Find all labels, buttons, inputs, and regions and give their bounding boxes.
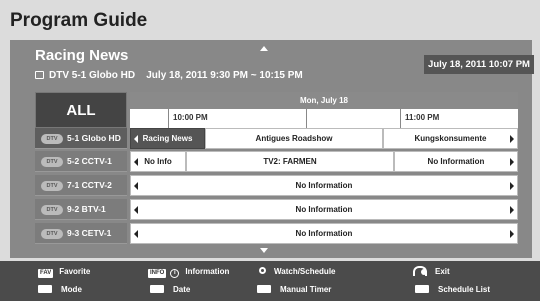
tv-icon [35, 71, 44, 79]
channel-name: 5-1 Globo HD [67, 133, 121, 143]
right-arrow-icon [510, 206, 514, 214]
exit-label: Exit [435, 267, 450, 276]
watch-schedule-label: Watch/Schedule [274, 267, 336, 276]
mode-hint[interactable]: Mode [38, 284, 82, 296]
program-cell-title: No Information [295, 181, 353, 190]
color-key-icon [38, 285, 52, 293]
date-hint[interactable]: Date [150, 284, 190, 296]
filter-all-button[interactable]: ALL [35, 92, 127, 128]
right-arrow-icon [510, 230, 514, 238]
program-details: DTV 5-1 Globo HD July 18, 2011 9:30 PM ~… [35, 70, 303, 81]
info-key-icon: INFO [148, 269, 167, 278]
program-cell[interactable]: No Information [394, 151, 518, 172]
information-hint[interactable]: INFO i Information [148, 266, 229, 278]
program-guide-screen: Program Guide Racing News DTV 5-1 Globo … [0, 0, 540, 301]
program-cell-title: Racing News [142, 134, 193, 143]
program-cell[interactable]: No Information [130, 175, 518, 196]
program-cell[interactable]: TV2: FARMEN [186, 151, 394, 172]
manual-timer-label: Manual Timer [280, 285, 332, 294]
channel-label[interactable]: DTV 5-2 CCTV-1 [35, 151, 127, 172]
time-slot-label: 11:00 PM [405, 113, 440, 122]
mode-label: Mode [61, 285, 82, 294]
channel-label[interactable]: DTV 9-3 CETV-1 [35, 223, 127, 244]
program-channel: DTV 5-1 Globo HD [49, 70, 136, 81]
info-circle-icon: i [170, 269, 180, 278]
program-cell[interactable]: Antigues Roadshow [205, 128, 383, 149]
color-key-icon [415, 285, 429, 293]
color-key-icon [257, 285, 271, 293]
left-arrow-icon [134, 158, 138, 166]
favorite-hint[interactable]: FAV Favorite [38, 266, 90, 278]
program-cell[interactable]: Kungskonsumente [383, 128, 518, 149]
program-cell-title: Kungskonsumente [414, 134, 487, 143]
program-cell-title: No Information [427, 157, 485, 166]
right-arrow-icon [510, 135, 514, 143]
back-icon [413, 266, 427, 276]
left-arrow-icon [134, 135, 138, 143]
channel-label[interactable]: DTV 9-2 BTV-1 [35, 199, 127, 220]
channel-label[interactable]: DTV 7-1 CCTV-2 [35, 175, 127, 196]
schedule-list-hint[interactable]: Schedule List [415, 284, 490, 296]
dtv-badge: DTV [41, 181, 63, 191]
key-legend: FAV Favorite INFO i Information Watch/Sched… [0, 261, 540, 301]
timeline-date: Mon, July 18 [130, 92, 518, 109]
program-cell-title: No Information [295, 205, 353, 214]
timeline-slots: 10:00 PM 11:00 PM [130, 109, 518, 128]
manual-timer-hint[interactable]: Manual Timer [257, 284, 331, 296]
scroll-up-icon[interactable] [260, 46, 268, 51]
schedule-list-label: Schedule List [438, 285, 491, 294]
color-key-icon [150, 285, 164, 293]
program-cell[interactable]: Racing News [130, 128, 205, 149]
scroll-down-icon[interactable] [260, 248, 268, 253]
channel-label[interactable]: DTV 5-1 Globo HD [35, 128, 127, 149]
dtv-badge: DTV [41, 205, 63, 215]
program-cell[interactable]: No Information [130, 223, 518, 244]
program-cell-title: No Info [144, 157, 172, 166]
left-arrow-icon [134, 206, 138, 214]
timeline-tick [306, 109, 307, 128]
exit-hint[interactable]: Exit [413, 266, 450, 278]
ok-button-icon [259, 267, 266, 274]
program-cell-title: Antigues Roadshow [255, 134, 333, 143]
page-title: Program Guide [10, 10, 148, 31]
program-title: Racing News [35, 47, 129, 64]
dtv-badge: DTV [41, 157, 63, 167]
current-datetime: July 18, 2011 10:07 PM [424, 55, 534, 74]
right-arrow-icon [510, 158, 514, 166]
channel-name: 5-2 CCTV-1 [67, 156, 112, 166]
time-slot-label: 10:00 PM [173, 113, 208, 122]
date-label: Date [173, 285, 191, 294]
watch-schedule-hint[interactable]: Watch/Schedule [259, 266, 336, 278]
right-arrow-icon [510, 182, 514, 190]
program-cell[interactable]: No Information [130, 199, 518, 220]
dtv-badge: DTV [41, 134, 63, 144]
channel-name: 9-3 CETV-1 [67, 228, 112, 238]
program-schedule: July 18, 2011 9:30 PM ~ 10:15 PM [146, 70, 303, 81]
program-cell-title: TV2: FARMEN [263, 157, 317, 166]
information-label: Information [185, 267, 230, 276]
fav-key-icon: FAV [38, 269, 54, 278]
timeline-tick [400, 109, 401, 128]
timeline-tick [168, 109, 169, 128]
dtv-badge: DTV [41, 229, 63, 239]
program-cell[interactable]: No Info [130, 151, 186, 172]
channel-name: 9-2 BTV-1 [67, 204, 106, 214]
left-arrow-icon [134, 182, 138, 190]
favorite-label: Favorite [59, 267, 91, 276]
channel-name: 7-1 CCTV-2 [67, 180, 112, 190]
left-arrow-icon [134, 230, 138, 238]
program-cell-title: No Information [295, 229, 353, 238]
